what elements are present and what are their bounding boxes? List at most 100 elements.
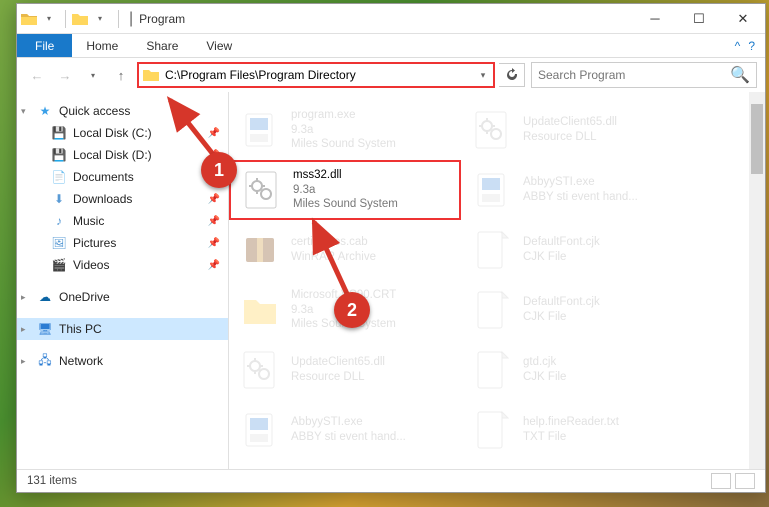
refresh-button[interactable] bbox=[499, 63, 525, 87]
titlebar: ▾ ▾ | Program ─ ☐ ✕ bbox=[17, 4, 765, 34]
maximize-button[interactable]: ☐ bbox=[677, 4, 721, 33]
sidebar-item-icon: 🖼 bbox=[51, 235, 67, 251]
chevron-down-icon[interactable]: ▾ bbox=[21, 106, 26, 117]
address-path[interactable]: C:\Program Files\Program Directory bbox=[163, 68, 473, 82]
cloud-icon: ☁ bbox=[37, 289, 53, 305]
file-name: help.fineReader.txt bbox=[523, 415, 619, 430]
file-item[interactable]: program.exe9.3aMiles Sound System bbox=[229, 100, 461, 160]
sidebar-item-label: Local Disk (D:) bbox=[73, 148, 152, 162]
file-icon bbox=[237, 407, 283, 453]
navbar: ← → ▾ ↑ C:\Program Files\Program Directo… bbox=[17, 58, 765, 92]
chevron-right-icon[interactable]: ▸ bbox=[21, 356, 26, 367]
scrollbar-thumb[interactable] bbox=[751, 104, 763, 174]
nav-history-dropdown[interactable]: ▾ bbox=[81, 63, 105, 87]
file-name: mss32.dll bbox=[293, 168, 398, 183]
search-box[interactable]: 🔍 bbox=[531, 62, 757, 88]
sidebar-item-icon: 💾 bbox=[51, 125, 67, 141]
sidebar-item-icon: 💾 bbox=[51, 147, 67, 163]
file-sub: Resource DLL bbox=[523, 130, 617, 145]
tab-share[interactable]: Share bbox=[132, 34, 192, 57]
view-large-button[interactable] bbox=[735, 473, 755, 489]
address-bar[interactable]: C:\Program Files\Program Directory ▾ bbox=[137, 62, 495, 88]
annotation-arrow-1 bbox=[156, 90, 238, 160]
sidebar-item-icon: ⬇ bbox=[51, 191, 67, 207]
sidebar-item[interactable]: 📄Documents📌 bbox=[17, 166, 228, 188]
explorer-window: ▾ ▾ | Program ─ ☐ ✕ File Home Share View… bbox=[16, 3, 766, 493]
file-sub: TXT File bbox=[523, 430, 619, 445]
sidebar-item-label: Videos bbox=[73, 258, 109, 272]
sidebar-item-icon: 🎬 bbox=[51, 257, 67, 273]
nav-up-button[interactable]: ↑ bbox=[109, 63, 133, 87]
scrollbar[interactable] bbox=[749, 92, 765, 469]
pin-icon: 📌 bbox=[208, 216, 220, 227]
nav-back-button[interactable]: ← bbox=[25, 63, 49, 87]
file-name: program.exe bbox=[291, 108, 396, 123]
file-sub: Miles Sound System bbox=[291, 137, 396, 152]
file-icon bbox=[469, 107, 515, 153]
file-item[interactable]: DefaultFont.cjkCJK File bbox=[461, 280, 693, 340]
app-folder-icon bbox=[21, 12, 37, 26]
file-sub: 9.3a bbox=[293, 183, 398, 198]
window-title: Program bbox=[139, 12, 185, 26]
chevron-right-icon[interactable]: ▸ bbox=[21, 292, 26, 303]
file-icon bbox=[469, 347, 515, 393]
sidebar-item[interactable]: 🎬Videos📌 bbox=[17, 254, 228, 276]
file-item[interactable]: UpdateClient65.dllResource DLL bbox=[229, 340, 461, 400]
tab-view[interactable]: View bbox=[192, 34, 246, 57]
qat-folder-icon[interactable] bbox=[72, 12, 88, 26]
pin-icon: 📌 bbox=[208, 238, 220, 249]
ribbon-tabs: File Home Share View ^ ? bbox=[17, 34, 765, 58]
file-sub: 9.3a bbox=[291, 123, 396, 138]
sidebar-item[interactable]: 🖼 Pictures 📌 bbox=[17, 232, 228, 254]
star-icon: ★ bbox=[37, 103, 53, 119]
sidebar-network[interactable]: ▸ 🖧 Network bbox=[17, 350, 228, 372]
sidebar-item-label: Local Disk (C:) bbox=[73, 126, 152, 140]
annotation-callout-2: 2 bbox=[334, 292, 370, 328]
file-sub: Resource DLL bbox=[291, 370, 385, 385]
sidebar-onedrive[interactable]: ▸ ☁ OneDrive bbox=[17, 286, 228, 308]
tab-home[interactable]: Home bbox=[72, 34, 132, 57]
file-item[interactable]: mss32.dll9.3aMiles Sound System bbox=[229, 160, 461, 220]
address-dropdown-icon[interactable]: ▾ bbox=[473, 70, 493, 81]
network-icon: 🖧 bbox=[37, 353, 53, 369]
tab-file[interactable]: File bbox=[17, 34, 72, 57]
file-name: AbbyySTI.exe bbox=[291, 415, 406, 430]
close-button[interactable]: ✕ bbox=[721, 4, 765, 33]
chevron-right-icon[interactable]: ▸ bbox=[21, 324, 26, 335]
file-name: UpdateClient65.dll bbox=[291, 355, 385, 370]
file-icon bbox=[237, 227, 283, 273]
sidebar-item[interactable]: ♪Music📌 bbox=[17, 210, 228, 232]
sidebar-this-pc[interactable]: ▸ 🖥 This PC bbox=[17, 318, 228, 340]
qat-more-icon[interactable]: ▾ bbox=[90, 9, 110, 29]
sidebar-item-label: Downloads bbox=[73, 192, 132, 206]
sidebar-item[interactable]: ⬇ Downloads 📌 bbox=[17, 188, 228, 210]
address-folder-icon bbox=[143, 68, 159, 82]
pin-icon: 📌 bbox=[208, 194, 220, 205]
help-icon[interactable]: ? bbox=[748, 39, 755, 53]
file-item[interactable]: DefaultFont.cjkCJK File bbox=[461, 220, 693, 280]
sidebar-item-icon: 📄 bbox=[51, 169, 67, 185]
file-item[interactable]: AbbyySTI.exeABBY sti event hand... bbox=[461, 160, 693, 220]
file-item[interactable]: AbbyySTI.exeABBY sti event hand... bbox=[229, 400, 461, 460]
file-icon bbox=[239, 167, 285, 213]
qat-dropdown-icon[interactable]: ▾ bbox=[39, 9, 59, 29]
annotation-arrow-2 bbox=[302, 212, 362, 300]
status-item-count: 131 items bbox=[27, 475, 77, 487]
file-icon bbox=[237, 287, 283, 333]
monitor-icon: 🖥 bbox=[37, 321, 53, 337]
sidebar-item-label: Documents bbox=[73, 170, 134, 184]
file-item[interactable]: help.fineReader.txtTXT File bbox=[461, 400, 693, 460]
nav-forward-button[interactable]: → bbox=[53, 63, 77, 87]
sidebar-item-label: Pictures bbox=[73, 236, 116, 250]
file-item[interactable]: UpdateClient65.dllResource DLL bbox=[461, 100, 693, 160]
ribbon-collapse-icon[interactable]: ^ bbox=[735, 39, 741, 53]
view-details-button[interactable] bbox=[711, 473, 731, 489]
file-sub: ABBY sti event hand... bbox=[523, 190, 638, 205]
search-input[interactable] bbox=[538, 68, 730, 82]
file-item[interactable]: gtd.cjkCJK File bbox=[461, 340, 693, 400]
file-sub: CJK File bbox=[523, 370, 566, 385]
search-icon[interactable]: 🔍 bbox=[730, 65, 750, 85]
sidebar-item-icon: ♪ bbox=[51, 213, 67, 229]
title-separator: | bbox=[129, 10, 133, 28]
minimize-button[interactable]: ─ bbox=[633, 4, 677, 33]
